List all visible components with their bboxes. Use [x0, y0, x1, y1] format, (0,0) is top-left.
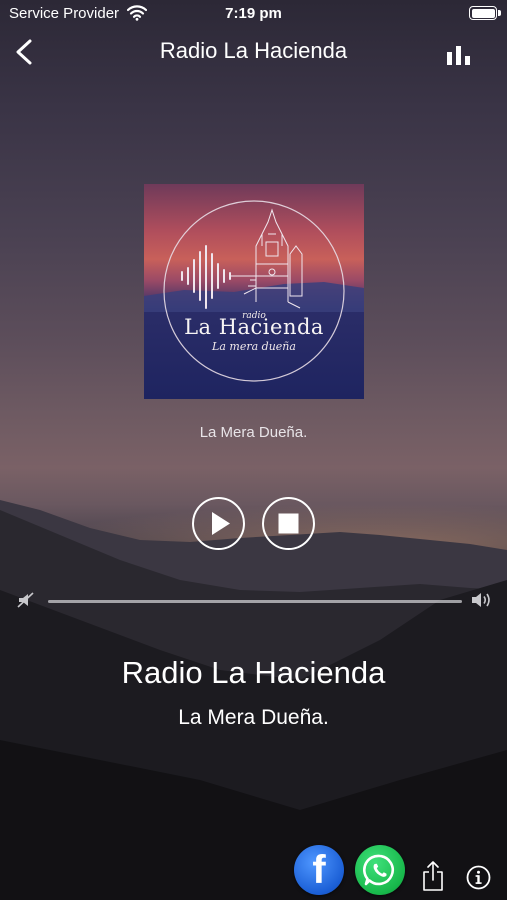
whatsapp-button[interactable] [355, 845, 405, 895]
volume-high-icon[interactable] [470, 590, 494, 610]
battery-icon [469, 6, 497, 20]
stop-icon [278, 513, 299, 534]
station-artwork: radio La Hacienda La mera dueña [144, 184, 364, 399]
equalizer-button[interactable] [445, 44, 473, 66]
battery-fill [471, 8, 495, 18]
station-slogan: La Mera Dueña. [178, 706, 329, 729]
play-icon [212, 512, 230, 535]
info-button[interactable] [466, 865, 491, 890]
stop-button[interactable] [262, 497, 315, 550]
station-name: Radio La Hacienda [121, 655, 386, 690]
volume-slider[interactable] [48, 600, 462, 603]
play-button[interactable] [192, 497, 245, 550]
volume-mute-icon[interactable] [16, 591, 36, 609]
status-bar: Service Provider 7:19 pm [0, 0, 507, 28]
battery-tip [498, 10, 501, 16]
facebook-button[interactable]: f [294, 845, 344, 895]
artwork-slogan: La mera dueña [212, 340, 296, 353]
whatsapp-icon [363, 854, 394, 886]
facebook-icon: f [312, 848, 326, 892]
artwork-station-name: La Hacienda [184, 315, 324, 339]
now-playing-subtitle: La Mera Dueña. [199, 424, 308, 441]
page-title: Radio La Hacienda [159, 38, 348, 63]
volume-slider-fill [48, 600, 462, 603]
clock: 7:19 pm [225, 5, 282, 22]
share-button[interactable] [421, 860, 445, 892]
artwork-graphic [144, 200, 364, 382]
